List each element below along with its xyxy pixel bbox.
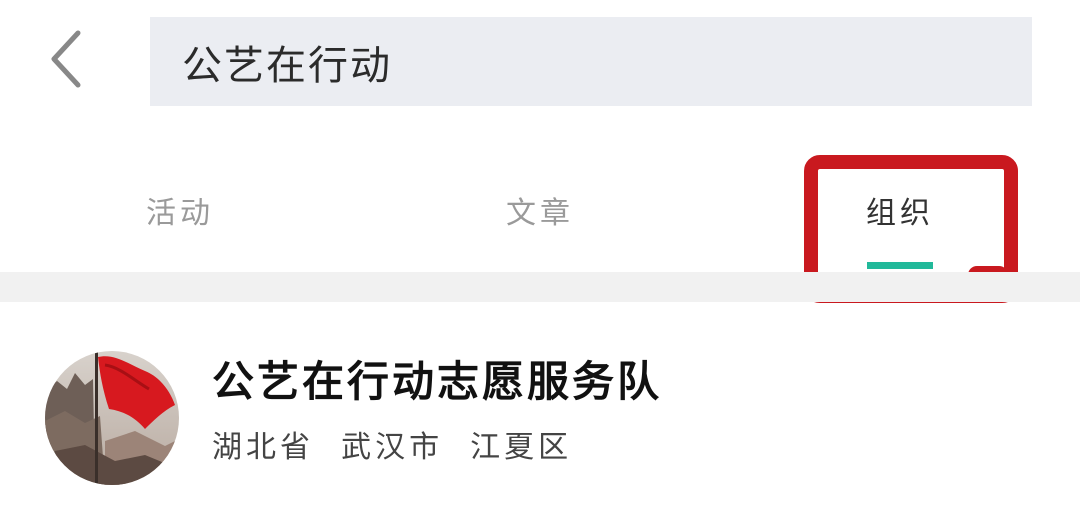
tab-organization[interactable]: 组织 xyxy=(800,150,1000,270)
tab-activity[interactable]: 活动 xyxy=(80,150,280,270)
section-divider xyxy=(0,272,1080,302)
organization-name: 公艺在行动志愿服务队 xyxy=(212,357,663,406)
tab-article[interactable]: 文章 xyxy=(440,150,640,270)
red-flag-avatar xyxy=(45,351,179,485)
tab-article-label: 文章 xyxy=(506,196,574,231)
back-button[interactable] xyxy=(36,26,96,96)
active-tab-indicator xyxy=(867,262,933,269)
tab-organization-label: 组织 xyxy=(866,196,934,231)
search-input[interactable]: 公艺在行动 xyxy=(150,17,1032,106)
organization-avatar xyxy=(45,351,179,485)
organization-list-item[interactable]: 公艺在行动志愿服务队 湖北省 武汉市 江夏区 xyxy=(0,302,1080,524)
organization-location: 湖北省 武汉市 江夏区 xyxy=(212,430,573,465)
tab-bar: 活动 文章 组织 xyxy=(0,150,1080,270)
chevron-left-icon xyxy=(48,29,84,93)
tab-activity-label: 活动 xyxy=(146,196,214,231)
search-query-text: 公艺在行动 xyxy=(182,42,392,89)
